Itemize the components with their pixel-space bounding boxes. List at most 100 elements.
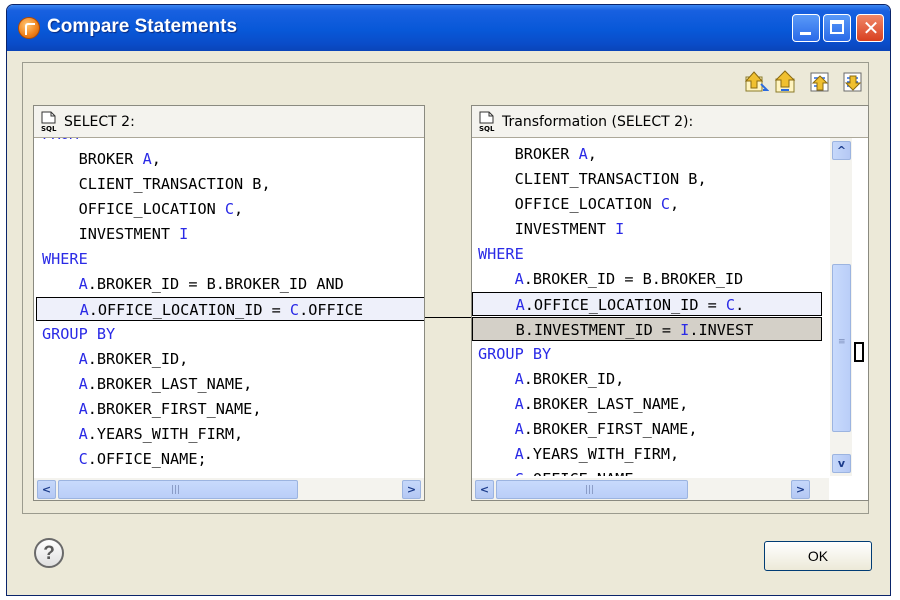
code-line: BROKER A, <box>472 142 829 166</box>
code-line: WHERE <box>34 247 424 271</box>
scroll-right-button[interactable]: > <box>402 480 421 499</box>
code-line: OFFICE_LOCATION C, <box>34 197 424 221</box>
scroll-left-button[interactable]: < <box>475 480 494 499</box>
sql-token: .BROKER_FIRST_NAME, <box>87 400 262 418</box>
sql-token: INVESTMENT <box>78 225 180 243</box>
close-button[interactable]: ✕ <box>856 14 884 42</box>
previous-change-icon[interactable] <box>840 70 866 94</box>
sql-keyword: I <box>179 225 189 243</box>
sql-token: .OFFICE_LOCATION_ID = <box>88 301 290 319</box>
sql-token: .OFFICE_NAME <box>524 470 634 476</box>
right-panel-title: Transformation (SELECT 2): <box>502 114 694 130</box>
previous-difference-icon[interactable] <box>773 70 799 94</box>
code-line: INVESTMENT I <box>472 217 829 241</box>
sql-token: .OFFICE <box>299 301 364 319</box>
code-line: A.BROKER_ID, <box>34 347 424 371</box>
sql-token: BROKER <box>78 150 143 168</box>
scroll-thumb[interactable]: ||| <box>58 480 298 499</box>
code-line: OFFICE_LOCATION C, <box>472 192 829 216</box>
right-horizontal-scrollbar[interactable]: < ||| > <box>472 478 829 500</box>
sql-token: , <box>587 145 597 163</box>
scroll-down-button[interactable]: v <box>832 454 851 473</box>
code-line: A.YEARS_WITH_FIRM, <box>472 442 829 466</box>
scroll-left-button[interactable]: < <box>37 480 56 499</box>
sql-keyword: GROUP BY <box>478 345 552 363</box>
code-line: INVESTMENT I <box>34 222 424 246</box>
sql-keyword: WHERE <box>42 250 88 268</box>
help-button[interactable]: ? <box>34 538 64 568</box>
code-line: A.BROKER_LAST_NAME, <box>472 392 829 416</box>
next-difference-icon[interactable] <box>743 70 769 94</box>
scroll-thumb[interactable]: ||| <box>496 480 688 499</box>
sql-token: .BROKER_ID = B.BROKER_ID AND <box>87 275 344 293</box>
next-change-icon[interactable] <box>807 70 833 94</box>
sql-keyword: GROUP BY <box>42 325 116 343</box>
sql-token: .BROKER_ID = B.BROKER_ID <box>523 270 744 288</box>
code-line: A.BROKER_ID, <box>472 367 829 391</box>
code-line: FROM <box>34 138 424 146</box>
sql-keyword: A <box>515 296 525 314</box>
scroll-up-button[interactable]: ^ <box>832 141 851 160</box>
sql-token: .BROKER_LAST_NAME, <box>523 395 689 413</box>
scroll-right-button[interactable]: > <box>791 480 810 499</box>
title-bar[interactable]: Compare Statements ✕ <box>7 5 890 51</box>
code-line: CLIENT_TRANSACTION B, <box>34 172 424 196</box>
code-line: A.BROKER_ID = B.BROKER_ID <box>472 267 829 291</box>
sql-keyword: A <box>578 145 588 163</box>
sql-token: .OFFICE_NAME; <box>87 450 207 468</box>
code-line: GROUP BY <box>34 322 424 346</box>
sql-file-icon: SQL <box>479 111 495 133</box>
app-icon <box>18 17 40 39</box>
maximize-button[interactable] <box>823 14 851 42</box>
sql-token: INVESTMENT <box>514 220 616 238</box>
sql-token: , <box>670 195 680 213</box>
minimize-button[interactable] <box>792 14 820 42</box>
sql-token: CLIENT_TRANSACTION B, <box>78 175 271 193</box>
svg-text:SQL: SQL <box>479 125 495 133</box>
code-line: C.OFFICE_NAME <box>472 467 829 476</box>
svg-text:SQL: SQL <box>41 125 57 133</box>
code-line: WHERE <box>472 242 829 266</box>
right-panel-header: SQL Transformation (SELECT 2): <box>472 106 868 138</box>
code-line: C.OFFICE_NAME; <box>34 447 424 471</box>
sql-keyword: A <box>142 150 152 168</box>
sql-token: . <box>735 296 745 314</box>
difference-connector-line <box>425 317 471 318</box>
sql-token: .BROKER_FIRST_NAME, <box>523 420 698 438</box>
close-icon: ✕ <box>862 16 880 40</box>
left-horizontal-scrollbar[interactable]: < ||| > <box>34 478 424 500</box>
sql-keyword: C <box>515 470 524 476</box>
sql-token: , <box>234 200 244 218</box>
left-sql-text[interactable]: FROM BROKER A, CLIENT_TRANSACTION B, OFF… <box>34 138 424 476</box>
left-panel-title: SELECT 2: <box>64 114 135 130</box>
sql-keyword: I <box>615 220 625 238</box>
code-line: A.OFFICE_LOCATION_ID = C. <box>472 292 822 316</box>
sql-token: .YEARS_WITH_FIRM, <box>523 445 680 463</box>
overview-ruler-marker[interactable] <box>854 342 864 362</box>
ok-button[interactable]: OK <box>764 541 872 571</box>
sql-keyword: A <box>78 425 88 443</box>
sql-token: OFFICE_LOCATION <box>514 195 661 213</box>
sql-token: .INVEST <box>689 321 754 339</box>
right-vertical-scrollbar[interactable]: ^ ≡ v <box>830 138 852 476</box>
vertical-scroll-thumb[interactable]: ≡ <box>832 264 851 432</box>
sql-token: OFFICE_LOCATION <box>78 200 225 218</box>
sql-token: B.INVESTMENT_ID = <box>515 321 681 339</box>
sql-keyword: FROM <box>42 138 79 143</box>
sql-keyword: A <box>514 370 524 388</box>
sql-token: .BROKER_ID, <box>87 350 189 368</box>
sql-keyword: WHERE <box>478 245 524 263</box>
right-sql-text[interactable]: BROKER A, CLIENT_TRANSACTION B, OFFICE_L… <box>472 138 829 476</box>
